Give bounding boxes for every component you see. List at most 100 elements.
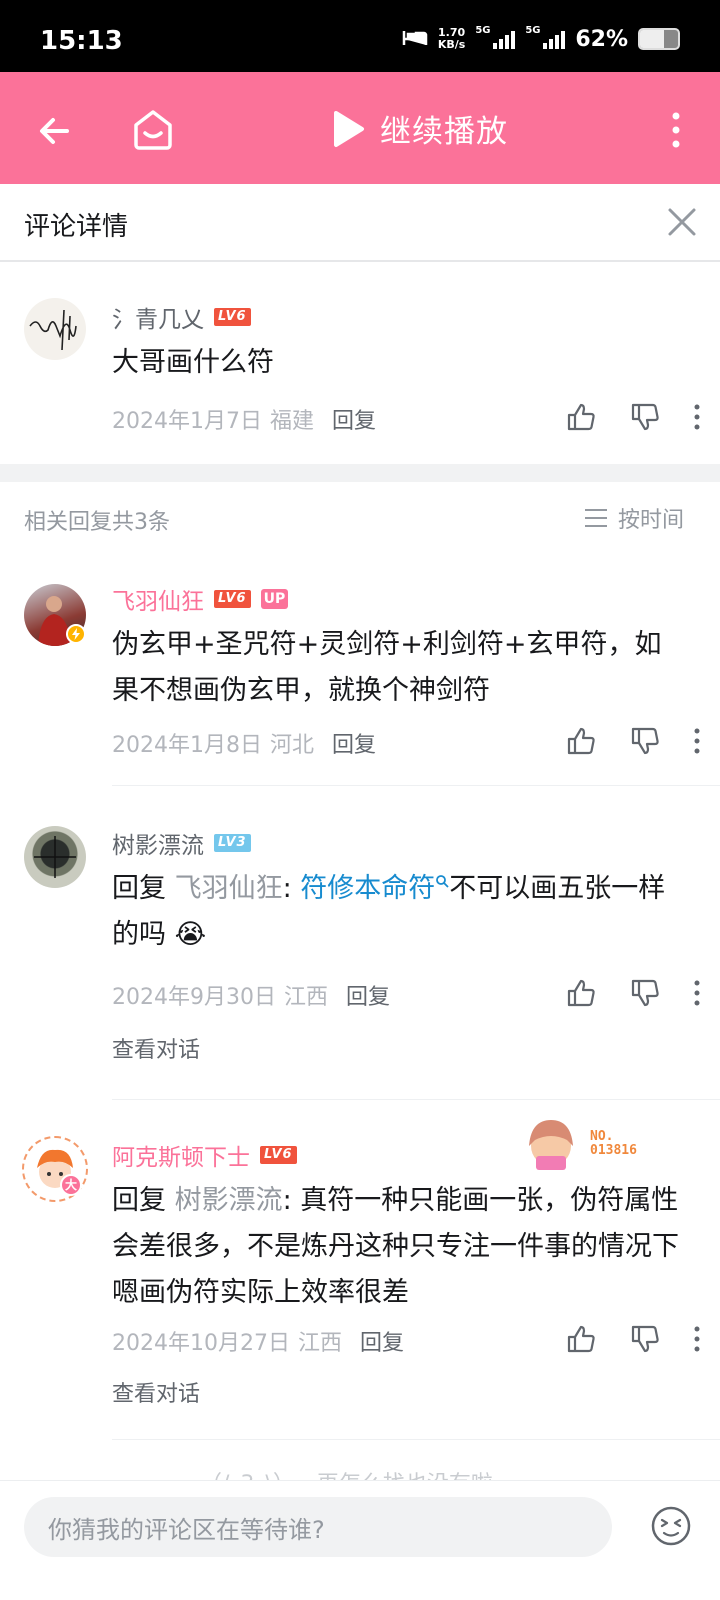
replies-header: 相关回复共3条 按时间 bbox=[0, 496, 720, 540]
reply-colon: : bbox=[282, 1185, 292, 1216]
comment-text: 回复 树影漂流: 真符一种只能画一张，伪符属性会差很多，不是炼丹这种只专注一件事… bbox=[112, 1178, 687, 1316]
status-time: 15:13 bbox=[40, 26, 123, 56]
divider bbox=[112, 785, 720, 786]
comment-input-bar: 你猜我的评论区在等待谁? bbox=[0, 1480, 720, 1600]
comment-actions bbox=[566, 1324, 700, 1354]
comment-location: 江西 bbox=[297, 1331, 342, 1356]
level-badge: LV6 bbox=[214, 590, 251, 608]
reply-item: 树影漂流 LV3 回复 飞羽仙狂: 符修本命符 不可以画五张一样的吗 😭 2024… bbox=[0, 810, 720, 1100]
username[interactable]: 阿克斯顿下士 bbox=[112, 1138, 250, 1172]
bed-icon bbox=[402, 27, 428, 51]
comment-input-placeholder: 你猜我的评论区在等待谁? bbox=[48, 1515, 325, 1544]
comment-detail-header: 评论详情 bbox=[0, 184, 720, 262]
comment-date: 2024年1月7日 bbox=[112, 409, 262, 434]
comment-text: 伪玄甲+圣咒符+灵剑符+利剑符+玄甲符，如果不想画伪玄甲，就换个神剑符 bbox=[112, 629, 662, 706]
reply-button[interactable]: 回复 bbox=[360, 1325, 404, 1357]
username-row: 飞羽仙狂 LV6 UP bbox=[112, 582, 289, 616]
thumbs-down-icon[interactable] bbox=[630, 726, 660, 756]
comment-actions bbox=[566, 402, 700, 432]
emoji-button[interactable] bbox=[648, 1503, 694, 1549]
verified-badge-icon bbox=[66, 624, 86, 644]
search-icon[interactable] bbox=[435, 874, 449, 888]
reply-button[interactable]: 回复 bbox=[346, 979, 390, 1011]
play-icon bbox=[334, 110, 364, 147]
view-conversation-link[interactable]: 查看对话 bbox=[112, 1376, 200, 1408]
divider bbox=[112, 1439, 720, 1440]
comment-date: 2024年10月27日 bbox=[112, 1331, 290, 1356]
avatar[interactable] bbox=[24, 298, 86, 360]
home-button[interactable] bbox=[128, 102, 178, 156]
thumbs-up-icon[interactable] bbox=[566, 1324, 596, 1354]
network-speed: 1.70 KB/s bbox=[437, 26, 466, 51]
fan-number: NO. 013816 bbox=[590, 1129, 637, 1158]
avatar[interactable] bbox=[24, 826, 86, 888]
thumbs-down-icon[interactable] bbox=[630, 978, 660, 1008]
status-bar: 15:13 1.70 KB/s 5G 5G 62% bbox=[0, 0, 720, 72]
comment-text: 回复 飞羽仙狂: 符修本命符 不可以画五张一样的吗 😭 bbox=[112, 866, 687, 958]
more-vertical-icon[interactable] bbox=[694, 1326, 700, 1352]
status-icons: 1.70 KB/s 5G 5G 62% bbox=[402, 24, 680, 54]
reply-target-user[interactable]: 树影漂流 bbox=[175, 1185, 283, 1216]
username-row: 阿克斯顿下士 LV6 bbox=[112, 1138, 297, 1172]
comment-location: 河北 bbox=[269, 733, 314, 758]
more-vertical-icon bbox=[672, 112, 680, 148]
comment-actions bbox=[566, 726, 700, 756]
level-badge: LV3 bbox=[214, 834, 251, 852]
emoji-icon bbox=[651, 1506, 691, 1546]
arrow-left-icon bbox=[40, 118, 69, 144]
view-conversation-link[interactable]: 查看对话 bbox=[112, 1032, 200, 1064]
username[interactable]: 氵青几乂 bbox=[112, 300, 204, 334]
comment-location: 福建 bbox=[269, 409, 314, 434]
close-icon bbox=[668, 208, 696, 236]
reply-button[interactable]: 回复 bbox=[332, 403, 376, 435]
thumbs-up-icon[interactable] bbox=[566, 978, 596, 1008]
thumbs-up-icon[interactable] bbox=[566, 726, 596, 756]
comment-input[interactable]: 你猜我的评论区在等待谁? bbox=[24, 1497, 612, 1557]
home-icon bbox=[134, 110, 172, 150]
more-vertical-icon[interactable] bbox=[694, 404, 700, 430]
reply-item: 大 阿克斯顿下士 LV6 NO. 013816 回复 树影漂流: 真符一种只能画… bbox=[0, 1120, 720, 1440]
username[interactable]: 树影漂流 bbox=[112, 826, 204, 860]
close-button[interactable] bbox=[662, 202, 702, 242]
reply-target-user[interactable]: 飞羽仙狂 bbox=[175, 873, 283, 904]
thumbs-down-icon[interactable] bbox=[630, 402, 660, 432]
vip-badge: 大 bbox=[60, 1174, 82, 1196]
more-vertical-icon[interactable] bbox=[694, 980, 700, 1006]
comment-text: 大哥画什么符 bbox=[112, 347, 274, 378]
replies-count: 相关回复共3条 bbox=[24, 510, 170, 535]
fan-card-image[interactable] bbox=[520, 1116, 582, 1172]
signal-icon-sim2: 5G bbox=[525, 25, 566, 49]
up-badge: UP bbox=[260, 589, 289, 609]
reply-button[interactable]: 回复 bbox=[332, 727, 376, 759]
continue-play-button[interactable]: 继续播放 bbox=[330, 106, 508, 151]
page-title: 评论详情 bbox=[24, 212, 129, 242]
section-separator bbox=[0, 464, 720, 482]
battery-percent: 62% bbox=[575, 26, 628, 52]
scope-image bbox=[34, 836, 76, 878]
reply-prefix: 回复 bbox=[112, 873, 166, 904]
thumbs-down-icon[interactable] bbox=[630, 1324, 660, 1354]
more-menu-button[interactable] bbox=[666, 108, 686, 152]
reply-colon: : bbox=[282, 873, 292, 904]
signature-avatar-image bbox=[29, 309, 77, 351]
continue-play-label: 继续播放 bbox=[380, 114, 508, 150]
divider bbox=[112, 1099, 720, 1100]
thumbs-up-icon[interactable] bbox=[566, 402, 596, 432]
comment-actions bbox=[566, 978, 700, 1008]
reply-prefix: 回复 bbox=[112, 1185, 166, 1216]
sort-button[interactable]: 按时间 bbox=[584, 502, 684, 534]
root-comment: 氵青几乂 LV6 大哥画什么符 2024年1月7日 福建 回复 bbox=[0, 262, 720, 464]
back-button[interactable] bbox=[30, 106, 80, 156]
username-row: 氵青几乂 LV6 bbox=[112, 300, 251, 334]
signal-icon-sim1: 5G bbox=[475, 25, 516, 49]
more-vertical-icon[interactable] bbox=[694, 728, 700, 754]
comment-date: 2024年1月8日 bbox=[112, 733, 262, 758]
level-badge: LV6 bbox=[214, 308, 251, 326]
crying-emoji-icon: 😭 bbox=[174, 919, 207, 950]
username-row: 树影漂流 LV3 bbox=[112, 826, 251, 860]
search-keyword-link[interactable]: 符修本命符 bbox=[300, 873, 435, 904]
app-bar: 继续播放 bbox=[0, 72, 720, 184]
reply-item: 飞羽仙狂 LV6 UP 伪玄甲+圣咒符+灵剑符+利剑符+玄甲符，如果不想画伪玄甲… bbox=[0, 560, 720, 786]
battery-icon bbox=[638, 28, 680, 50]
username[interactable]: 飞羽仙狂 bbox=[112, 582, 204, 616]
